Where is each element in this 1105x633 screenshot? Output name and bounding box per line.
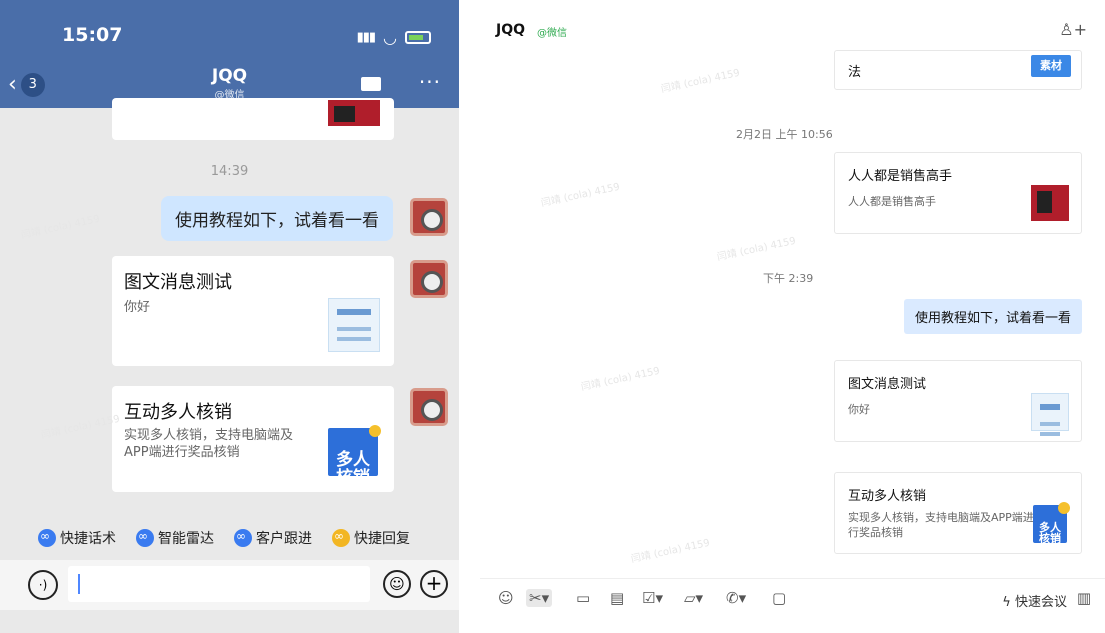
mobile-chat-window: 15:07 ▮▮▮ ◡ ‹ 3 JQQ @微信 ··· 14:39 使用教程如下… <box>0 0 459 633</box>
plus-icon[interactable]: + <box>420 570 448 598</box>
message-card-partial[interactable] <box>112 98 394 140</box>
message-card-promo[interactable]: 互动多人核销 实现多人核销，支持电脑端及APP端进行奖品核销 多人 核销 <box>834 472 1082 554</box>
quick-icon <box>332 529 350 547</box>
message-card-article[interactable]: 图文消息测试 你好 <box>112 256 394 366</box>
message-timestamp: 14:39 <box>210 164 249 179</box>
quick-action-scripts[interactable]: 快捷话术 <box>38 528 116 548</box>
watermark: 闫靖 (cola) 4159 <box>540 181 621 210</box>
message-timestamp: 下午 2:39 <box>763 272 814 285</box>
thumbnail-text: 多人 核销 <box>336 449 370 488</box>
input-bar: ·) ☺ + <box>0 560 459 610</box>
sender-avatar[interactable] <box>410 260 448 298</box>
message-card-partial[interactable]: 法 素材 <box>834 50 1082 90</box>
message-bubble[interactable]: 使用教程如下，试着看一看 <box>161 196 393 241</box>
quick-action-label: 客户跟进 <box>256 531 312 547</box>
card-description: 你好 <box>848 403 870 416</box>
side-panel-icon[interactable]: ▥ <box>1077 589 1091 607</box>
battery-icon <box>405 31 431 44</box>
card-title-fragment: 法 <box>848 65 862 80</box>
card-description: 人人都是销售高手 <box>848 195 936 208</box>
message-list: 法 素材 2月2日 上午 10:56 人人都是销售高手 人人都是销售高手 下午 … <box>480 50 1105 578</box>
watermark: 闫靖 (cola) 4159 <box>20 213 101 242</box>
composer-toolbar: ☺ ✂▾ ▭ ▤ ☑▾ ▱▾ ✆▾ ▢ ϟ 快速会议 ▥ <box>480 578 1105 618</box>
status-bar: 15:07 ▮▮▮ ◡ <box>0 0 459 62</box>
desktop-chat-window: JQQ @微信 ♙+ 法 素材 2月2日 上午 10:56 人人都是销售高手 人… <box>480 0 1105 633</box>
quick-action-bar: 快捷话术 智能雷达 客户跟进 快捷回复 <box>0 520 459 556</box>
quick-action-followup[interactable]: 客户跟进 <box>234 528 312 548</box>
card-title: 人人都是销售高手 <box>848 169 953 184</box>
message-card-promo[interactable]: 互动多人核销 实现多人核销，支持电脑端及APP端进行奖品核销 多人 核销 <box>112 386 394 492</box>
quick-meeting-button[interactable]: ϟ 快速会议 <box>1002 591 1067 610</box>
message-input[interactable] <box>68 566 370 602</box>
card-title: 图文消息测试 <box>124 272 232 293</box>
thumbnail-text: 多人 核销 <box>1039 520 1061 546</box>
card-thumbnail <box>328 298 380 352</box>
quick-action-radar[interactable]: 智能雷达 <box>136 528 214 548</box>
add-user-icon[interactable]: ♙+ <box>1059 20 1087 39</box>
card-thumbnail <box>1031 185 1069 221</box>
card-thumbnail <box>328 100 380 126</box>
card-title: 互动多人核销 <box>124 402 232 423</box>
card-thumbnail: 多人 核销 <box>1033 502 1070 546</box>
phone-icon[interactable]: ✆▾ <box>726 589 746 607</box>
card-thumbnail: 素材 <box>1031 55 1071 77</box>
document-icon[interactable]: ▤ <box>610 589 624 607</box>
scissors-icon[interactable]: ✂▾ <box>526 589 553 607</box>
quick-action-reply[interactable]: 快捷回复 <box>332 528 410 548</box>
sender-avatar[interactable] <box>410 388 448 426</box>
sender-avatar[interactable] <box>410 198 448 236</box>
card-thumbnail: 多人 核销 <box>328 425 381 487</box>
watermark: 闫靖 (cola) 4159 <box>716 235 797 264</box>
card-title: 图文消息测试 <box>848 377 927 392</box>
more-icon[interactable]: ··· <box>419 70 441 94</box>
quick-icon <box>38 529 56 547</box>
video-call-icon[interactable] <box>361 77 381 91</box>
image-icon[interactable]: ▭ <box>576 589 590 607</box>
message-list: 14:39 使用教程如下，试着看一看 图文消息测试 你好 互动多人核销 实现多人… <box>0 98 459 508</box>
message-card-article[interactable]: 图文消息测试 你好 <box>834 360 1082 442</box>
emoji-icon[interactable]: ☺ <box>383 570 411 598</box>
quick-action-label: 快捷回复 <box>354 531 410 547</box>
wifi-icon: ◡ <box>383 28 397 47</box>
watermark: 闫靖 (cola) 4159 <box>660 67 741 96</box>
screen-share-icon[interactable]: ▢ <box>772 589 786 607</box>
checklist-icon[interactable]: ☑▾ <box>642 589 663 607</box>
quick-icon <box>136 529 154 547</box>
voice-icon[interactable]: ·) <box>28 570 58 600</box>
emoji-icon[interactable]: ☺ <box>498 589 514 607</box>
lightning-icon: ϟ <box>1002 595 1015 610</box>
quick-action-label: 快捷话术 <box>60 531 116 547</box>
message-bubble[interactable]: 使用教程如下，试着看一看 <box>903 299 1082 334</box>
chat-title: JQQ @微信 <box>0 66 459 101</box>
watermark: 闫靖 (cola) 4159 <box>630 537 711 566</box>
contact-name: JQQ <box>496 22 526 38</box>
card-description: 实现多人核销，支持电脑端及APP端进行奖品核销 <box>124 428 294 460</box>
message-card-sales[interactable]: 人人都是销售高手 人人都是销售高手 <box>834 152 1082 234</box>
watermark: 闫靖 (cola) 4159 <box>580 365 661 394</box>
watermark: 闫靖 (cola) 4159 <box>40 413 121 442</box>
card-description: 实现多人核销，支持电脑端及APP端进行奖品核销 <box>848 511 1034 539</box>
message-timestamp: 2月2日 上午 10:56 <box>736 128 833 141</box>
badge-icon <box>369 425 381 437</box>
status-indicators: ▮▮▮ ◡ <box>357 28 431 47</box>
contact-name: JQQ <box>211 66 248 86</box>
quick-meeting-label: 快速会议 <box>1014 595 1067 610</box>
badge-icon <box>1058 502 1070 514</box>
card-description: 你好 <box>124 300 151 315</box>
quick-action-label: 智能雷达 <box>158 531 214 547</box>
status-time: 15:07 <box>62 24 123 46</box>
card-title: 互动多人核销 <box>848 489 927 504</box>
quick-icon <box>234 529 252 547</box>
contact-tag: @微信 <box>537 28 567 39</box>
signal-icon: ▮▮▮ <box>356 30 376 45</box>
folder-icon[interactable]: ▱▾ <box>684 589 703 607</box>
card-thumbnail <box>1031 393 1069 431</box>
